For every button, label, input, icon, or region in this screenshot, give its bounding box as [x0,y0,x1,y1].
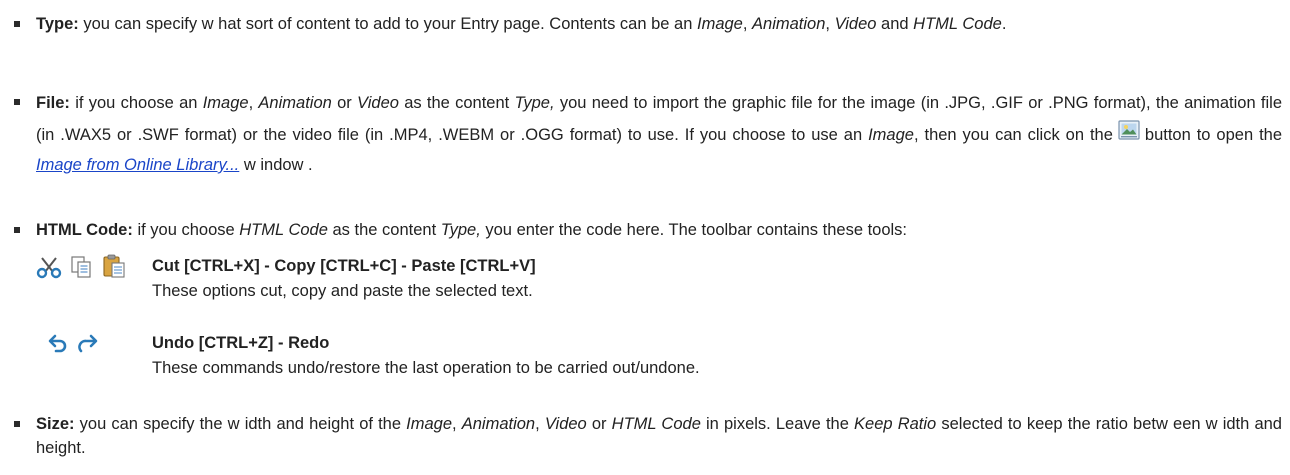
type-italic: HTML Code [913,15,1002,33]
paste-icon[interactable] [102,253,128,284]
file-text: button to open the [1144,126,1282,144]
size-italic: HTML Code [611,415,701,433]
file-italic: Type, [514,94,555,112]
bullet-marker [14,99,20,105]
type-italic: Video [834,15,877,33]
type-text: and [876,15,914,33]
image-library-icon[interactable] [1117,118,1141,142]
size-text: or [586,415,612,433]
file-text: , [248,94,259,112]
type-italic: Image [696,15,743,33]
size-italic: Video [544,415,587,433]
size-italic: Animation [461,415,536,433]
html-code-text: if you choose [132,221,240,239]
size-text: you can specify the w idth and height of… [74,415,407,433]
bullet-marker [14,227,20,233]
html-code-text: you enter the code here. The toolbar con… [480,221,908,239]
type-text: you can specify w hat sort of content to… [78,15,697,33]
file-text: or [331,94,358,112]
size-text: in pixels. Leave the [700,415,855,433]
size-text: , [535,415,545,433]
html-code-label: HTML Code: [36,221,133,239]
bullet-marker [14,421,20,427]
bullet-file: File: if you choose an Image, Animation … [14,88,1282,180]
bullet-html-code: HTML Code: if you choose HTML Code as th… [14,216,1282,244]
file-italic: Animation [258,94,332,112]
tool-description: These options cut, copy and paste the se… [152,282,533,300]
bullet-type: Type: you can specify w hat sort of cont… [14,10,1282,38]
file-italic: Video [357,94,399,112]
html-code-italic: Type, [440,221,481,239]
html-code-text: as the content [327,221,441,239]
size-italic: Keep Ratio [854,415,937,433]
size-text: , [452,415,462,433]
file-italic: Image [868,126,914,144]
type-text: . [1001,15,1007,33]
type-label: Type: [36,15,79,33]
undo-icon[interactable] [46,332,70,361]
type-text: , [742,15,753,33]
help-page: Type: you can specify w hat sort of cont… [0,0,1290,475]
file-italic: Image [202,94,249,112]
file-text: w indow . [239,156,313,174]
tool-title: Cut [CTRL+X] - Copy [CTRL+C] - Paste [CT… [152,257,536,275]
bullet-marker [14,21,20,27]
scissors-icon[interactable] [36,255,62,284]
type-text: , [825,15,835,33]
redo-icon[interactable] [76,332,100,361]
file-label: File: [36,94,70,112]
html-code-italic: HTML Code [239,221,328,239]
type-italic: Animation [752,15,826,33]
image-from-online-library-link[interactable]: Image from Online Library... [36,156,239,174]
tool-description: These commands undo/restore the last ope… [152,359,700,377]
bullet-size: Size: you can specify the w idth and hei… [14,412,1282,460]
file-text: , then you can click on the [913,126,1113,144]
size-italic: Image [406,415,453,433]
file-text: if you choose an [69,94,203,112]
copy-icon[interactable] [70,255,94,284]
file-text: as the content [398,94,515,112]
tool-title: Undo [CTRL+Z] - Redo [152,334,330,352]
size-label: Size: [36,415,75,433]
